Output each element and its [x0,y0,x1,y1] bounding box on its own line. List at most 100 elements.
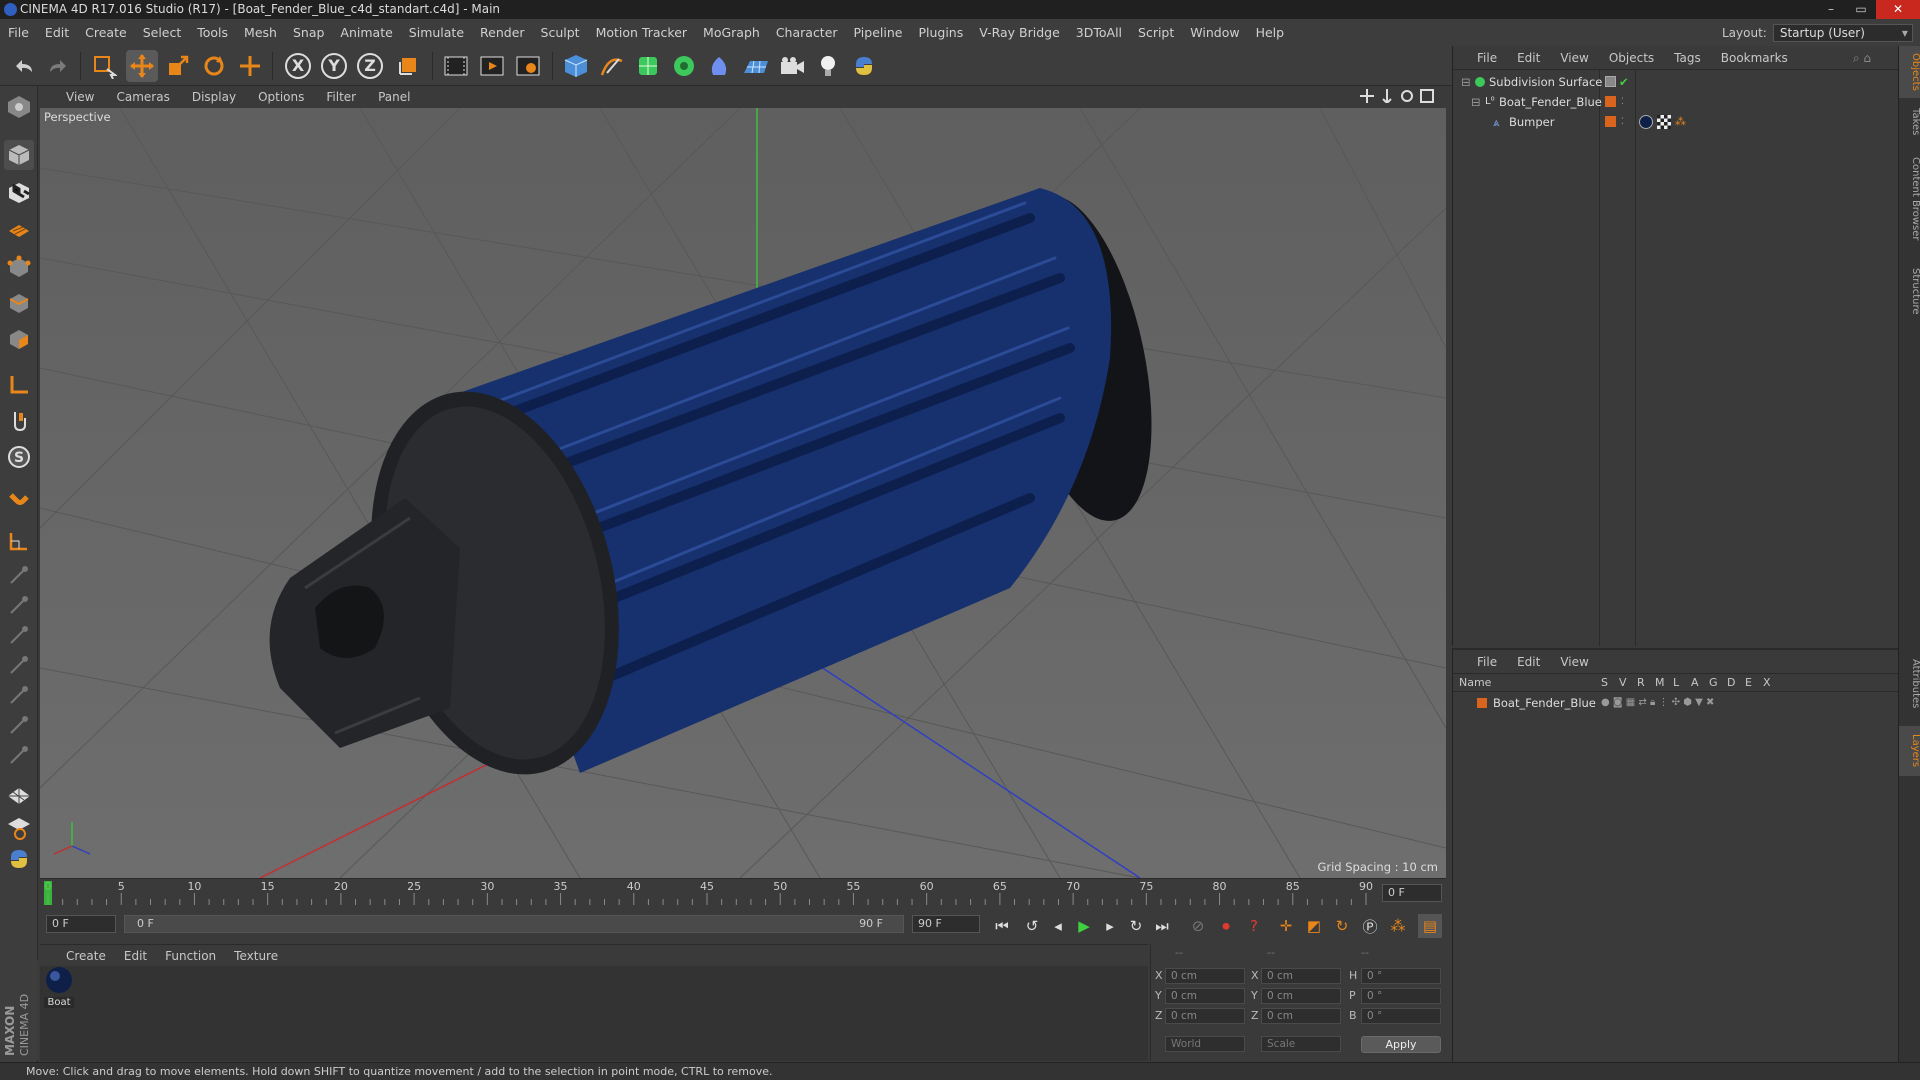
go-to-start-button[interactable]: ⏮ [990,914,1014,938]
y-axis-lock-button[interactable]: Y [318,50,350,82]
menu-edit[interactable]: Edit [45,25,69,40]
camera-icon[interactable] [776,50,808,82]
pos-x-field[interactable]: 0 cm [1165,968,1245,984]
spline-pen-icon[interactable] [596,50,628,82]
objects-menu-file[interactable]: File [1477,51,1497,65]
key-pla-icon[interactable]: ⁂ [1386,914,1410,938]
rot-b-field[interactable]: 0 ° [1361,1008,1441,1024]
viewport-menu-panel[interactable]: Panel [378,90,410,104]
menu-tools[interactable]: Tools [197,25,228,40]
layer-swatch-icon[interactable] [1605,76,1616,87]
deformer-icon[interactable] [704,50,736,82]
sculpt-brush-icon-7[interactable] [4,740,34,770]
texture-mode-icon[interactable] [4,178,34,208]
viewport-menu-display[interactable]: Display [192,90,236,104]
key-position-icon[interactable]: ✛ [1274,914,1298,938]
undo-icon[interactable] [8,50,40,82]
tab-objects[interactable]: Objects [1899,46,1920,98]
previous-key-button[interactable]: ↺ [1020,914,1044,938]
render-view-icon[interactable] [440,50,472,82]
menu-snap[interactable]: Snap [293,25,324,40]
layers-menu-edit[interactable]: Edit [1517,655,1540,669]
layers-menu-view[interactable]: View [1560,655,1588,669]
grid-settings-icon[interactable] [4,812,34,842]
record-active-button[interactable]: ⊘ [1186,914,1210,938]
menu-character[interactable]: Character [776,25,838,40]
live-selection-icon[interactable] [88,50,120,82]
points-mode-icon[interactable] [4,252,34,282]
menu-motion-tracker[interactable]: Motion Tracker [596,25,687,40]
magnet-icon[interactable] [4,486,34,516]
axis-mode-icon[interactable] [4,370,34,400]
size-mode-dropdown[interactable]: Scale [1261,1036,1341,1052]
python-icon[interactable] [848,50,880,82]
layer-color-icon[interactable] [1477,698,1487,708]
sculpt-brush-icon-3[interactable] [4,620,34,650]
light-icon[interactable] [812,50,844,82]
make-editable-icon[interactable] [4,92,34,122]
size-y-field[interactable]: 0 cm [1261,988,1341,1004]
perspective-viewport[interactable]: Perspective Grid Spacing : 10 cm [40,108,1446,878]
sculpt-brush-icon-1[interactable] [4,560,34,590]
subdivision-surface-icon[interactable] [632,50,664,82]
coordinate-mode-dropdown[interactable]: World [1165,1036,1245,1052]
material-menu-edit[interactable]: Edit [124,949,147,963]
pos-y-field[interactable]: 0 cm [1165,988,1245,1004]
menu-window[interactable]: Window [1190,25,1239,40]
key-rotation-icon[interactable]: ↻ [1330,914,1354,938]
visibility-dots-icon[interactable]: ⁚ [1621,92,1624,112]
coordinate-system-icon[interactable] [392,50,424,82]
tab-content-browser[interactable]: Content Browser [1899,144,1920,254]
cube-primitive-icon[interactable] [560,50,592,82]
menu-help[interactable]: Help [1256,25,1285,40]
menu-script[interactable]: Script [1138,25,1174,40]
sculpt-brush-icon-2[interactable] [4,590,34,620]
menu-select[interactable]: Select [143,25,182,40]
scale-tool-icon[interactable] [162,50,194,82]
python-script-icon[interactable] [4,844,34,874]
tab-takes[interactable]: Takes [1899,102,1920,142]
menu-sculpt[interactable]: Sculpt [541,25,580,40]
cloner-icon[interactable] [668,50,700,82]
object-row-boat-fender-blue[interactable]: ⊟ L⁰ Boat_Fender_Blue ⁚ [1453,92,1899,112]
move-tool-icon[interactable] [126,50,158,82]
recent-tool-icon[interactable] [234,50,266,82]
next-frame-button[interactable]: ▸ [1098,914,1122,938]
layer-color-icon[interactable] [1605,96,1616,107]
layout-dropdown[interactable]: Startup (User) [1772,23,1913,42]
maximize-button[interactable]: ▭ [1846,0,1876,19]
pos-z-field[interactable]: 0 cm [1165,1008,1245,1024]
previous-frame-button[interactable]: ◂ [1046,914,1070,938]
key-parameter-icon[interactable]: Ⓟ [1358,914,1382,938]
workplane-icon[interactable] [4,526,34,556]
menu-pipeline[interactable]: Pipeline [854,25,903,40]
texture-tag-icon[interactable] [1657,115,1671,129]
viewport-menu-filter[interactable]: Filter [326,90,356,104]
menu-create[interactable]: Create [85,25,127,40]
close-button[interactable]: ✕ [1876,0,1920,19]
menu-3dtoall[interactable]: 3DToAll [1076,25,1122,40]
objects-menu-edit[interactable]: Edit [1517,51,1540,65]
maximize-view-icon[interactable] [1420,89,1434,103]
grid-lock-icon[interactable] [4,780,34,810]
floor-icon[interactable] [740,50,772,82]
layer-row-boat-fender-blue[interactable]: Boat_Fender_Blue ● ◙ ▦ ⇄ 🔒︎ ⋮ ✣ ⬢ ▼ ✖ [1453,694,1899,712]
objects-menu-objects[interactable]: Objects [1609,51,1654,65]
edges-mode-icon[interactable] [4,288,34,318]
go-to-end-button[interactable]: ⏭ [1150,914,1174,938]
current-frame-field[interactable]: 0 F [1382,884,1442,902]
pan-view-icon[interactable] [1360,89,1374,103]
z-axis-lock-button[interactable]: Z [354,50,386,82]
menu-simulate[interactable]: Simulate [409,25,464,40]
workplane-mode-icon[interactable] [4,214,34,244]
rotate-view-icon[interactable] [1400,89,1414,103]
viewport-menu-options[interactable]: Options [258,90,304,104]
menu-mesh[interactable]: Mesh [244,25,277,40]
timeline-ruler[interactable]: 051015202530354045505560657075808590 0 F [40,878,1446,906]
timeline-window-button[interactable]: ▤ [1418,914,1442,938]
sculpt-brush-icon-4[interactable] [4,650,34,680]
tab-attributes[interactable]: Attributes [1899,646,1920,722]
material-menu-texture[interactable]: Texture [234,949,278,963]
redo-icon[interactable] [42,50,74,82]
x-axis-lock-button[interactable]: X [282,50,314,82]
